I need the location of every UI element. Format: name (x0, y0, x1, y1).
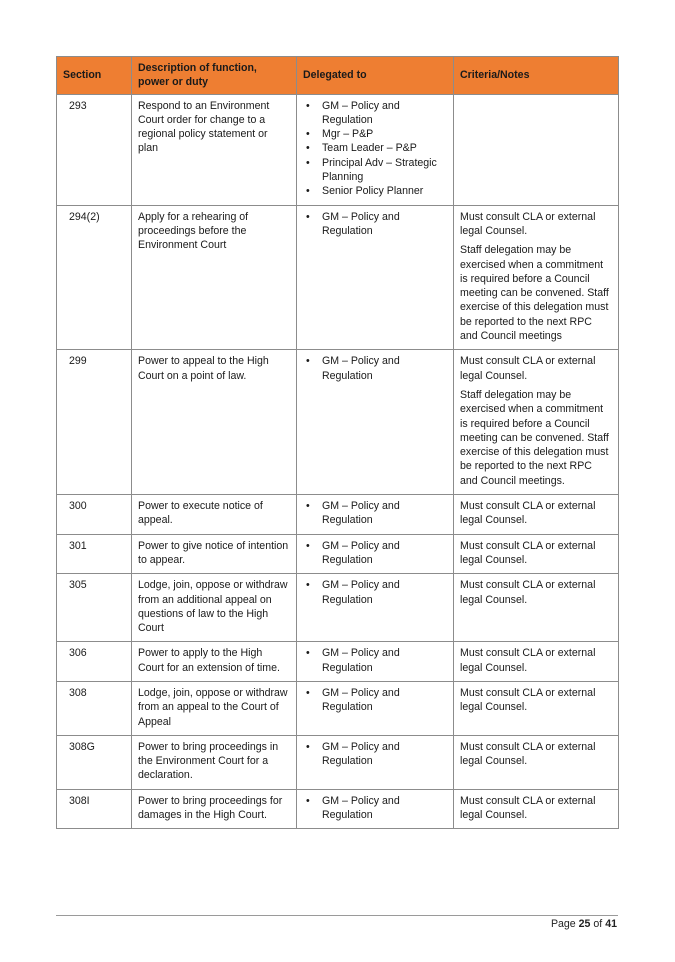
section-cell: 308 (56, 680, 132, 736)
table-row: 294(2) Apply for a rehearing of proceedin… (56, 204, 619, 351)
delegated-item: GM – Policy and Regulation (306, 686, 447, 715)
criteria-cell (453, 93, 619, 206)
header-description: Description of function, power or duty (131, 56, 297, 95)
delegated-cell: GM – Policy and Regulation (296, 680, 454, 736)
delegated-cell: GM – Policy and Regulation (296, 349, 454, 496)
section-cell: 300 (56, 494, 132, 535)
criteria-cell: Must consult CLA or external legal Couns… (453, 204, 619, 351)
total-pages: 41 (605, 918, 617, 930)
criteria-note: Must consult CLA or external legal Couns… (460, 579, 596, 606)
section-cell: 293 (56, 93, 132, 206)
delegated-item: GM – Policy and Regulation (306, 99, 447, 128)
table-body: 293 Respond to an Environment Court order… (56, 93, 619, 830)
criteria-note: Must consult CLA or external legal Couns… (460, 210, 596, 237)
description-cell: Power to bring proceedings for damages i… (131, 788, 297, 830)
table-row: 308 Lodge, join, oppose or withdraw from … (56, 680, 619, 736)
description-cell: Power to give notice of intention to app… (131, 533, 297, 575)
table-row: 308I Power to bring proceedings for damag… (56, 788, 619, 830)
current-page: 25 (578, 918, 591, 930)
section-cell: 305 (56, 573, 132, 643)
delegated-list: GM – Policy and Regulation (303, 210, 447, 239)
delegated-cell: GM – Policy and Regulation (296, 204, 454, 351)
criteria-note: Must consult CLA or external legal Couns… (460, 355, 596, 382)
delegated-item: GM – Policy and Regulation (306, 578, 447, 607)
delegated-item: GM – Policy and Regulation (306, 499, 447, 528)
delegated-list: GM – Policy and Regulation (303, 539, 447, 568)
criteria-cell: Must consult CLA or external legal Couns… (453, 349, 619, 496)
delegations-table: Section Description of function, power o… (56, 56, 619, 830)
criteria-cell: Must consult CLA or external legal Couns… (453, 641, 619, 682)
header-delegated: Delegated to (296, 56, 454, 95)
section-cell: 301 (56, 533, 132, 575)
criteria-cell: Must consult CLA or external legal Couns… (453, 494, 619, 535)
table-row: 300Power to execute notice of appeal. GM … (56, 494, 619, 535)
section-cell: 299 (56, 349, 132, 496)
delegated-item: GM – Policy and Regulation (306, 794, 447, 823)
table-row: 301 Power to give notice of intention to … (56, 533, 619, 575)
delegated-list: GM – Policy and Regulation (303, 740, 447, 769)
criteria-cell: Must consult CLA or external legal Couns… (453, 680, 619, 736)
section-cell: 294(2) (56, 204, 132, 351)
criteria-note: Must consult CLA or external legal Couns… (460, 686, 596, 714)
delegated-cell: GM – Policy and Regulation (296, 734, 454, 790)
description-cell: Apply for a rehearing of proceedings bef… (131, 204, 297, 351)
delegated-list: GM – Policy and Regulation (303, 686, 447, 715)
delegated-list: GM – Policy and RegulationMgr – P&PTeam … (303, 99, 447, 199)
criteria-note: Must consult CLA or external legal Couns… (460, 539, 596, 566)
delegated-item: GM – Policy and Regulation (306, 740, 447, 769)
delegated-list: GM – Policy and Regulation (303, 578, 447, 607)
section-cell: 308G (56, 734, 132, 790)
criteria-note: Must consult CLA or external legal Couns… (460, 794, 596, 822)
table-row: 299 Power to appeal to the High Court on … (56, 349, 619, 496)
delegated-cell: GM – Policy and Regulation (296, 641, 454, 682)
delegated-item: GM – Policy and Regulation (306, 354, 447, 383)
delegated-cell: GM – Policy and RegulationMgr – P&PTeam … (296, 93, 454, 206)
table-row: 308G Power to bring proceedings in the En… (56, 734, 619, 790)
delegated-item: Mgr – P&P (306, 127, 447, 142)
section-cell: 308I (56, 788, 132, 830)
description-cell: Lodge, join, oppose or withdraw from an … (131, 680, 297, 736)
delegated-list: GM – Policy and Regulation (303, 499, 447, 528)
criteria-cell: Must consult CLA or external legal Couns… (453, 573, 619, 643)
delegated-cell: GM – Policy and Regulation (296, 533, 454, 575)
of-label: of (593, 918, 603, 930)
table-header-row: Section Description of function, power o… (56, 56, 619, 95)
delegated-item: Principal Adv – Strategic Planning (306, 156, 447, 185)
header-section: Section (56, 56, 132, 95)
criteria-cell: Must consult CLA or external legal Couns… (453, 533, 619, 575)
criteria-cell: Must consult CLA or external legal Couns… (453, 788, 619, 830)
criteria-note: Must consult CLA or external legal Couns… (460, 500, 596, 527)
criteria-cell: Must consult CLA or external legal Couns… (453, 734, 619, 790)
delegated-list: GM – Policy and Regulation (303, 646, 447, 675)
description-cell: Respond to an Environment Court order fo… (131, 93, 297, 206)
delegated-item: GM – Policy and Regulation (306, 539, 447, 568)
description-cell: Power to bring proceedings in the Enviro… (131, 734, 297, 790)
table-row: 293 Respond to an Environment Court order… (56, 93, 619, 206)
delegated-list: GM – Policy and Regulation (303, 354, 447, 383)
delegated-item: Team Leader – P&P (306, 141, 447, 156)
table-row: 306 Power to apply to the High Court for … (56, 641, 619, 682)
delegated-item: GM – Policy and Regulation (306, 210, 447, 239)
page-label: Page (550, 918, 576, 930)
description-cell: Power to execute notice of appeal. (131, 494, 297, 535)
header-criteria: Criteria/Notes (453, 56, 619, 95)
criteria-note: Must consult CLA or external legal Couns… (460, 740, 596, 768)
delegated-item: GM – Policy and Regulation (306, 646, 447, 675)
delegated-cell: GM – Policy and Regulation (296, 573, 454, 643)
delegated-list: GM – Policy and Regulation (303, 794, 447, 823)
description-cell: Lodge, join, oppose or withdraw from an … (131, 573, 297, 643)
criteria-note: Must consult CLA or external legal Couns… (460, 647, 596, 674)
description-cell: Power to apply to the High Court for an … (131, 641, 297, 682)
delegated-cell: GM – Policy and Regulation (296, 494, 454, 535)
criteria-note: Staff delegation may be exercised when a… (460, 388, 609, 487)
section-cell: 306 (56, 641, 132, 682)
delegated-item: Senior Policy Planner (306, 184, 447, 199)
table-row: 305 Lodge, join, oppose or withdraw from … (56, 573, 619, 643)
description-cell: Power to appeal to the High Court on a p… (131, 349, 297, 496)
delegated-cell: GM – Policy and Regulation (296, 788, 454, 830)
page-number: Page 25 of 41 (551, 918, 617, 930)
footer-divider (56, 915, 618, 916)
criteria-note: Staff delegation may be exercised when a… (460, 244, 609, 343)
